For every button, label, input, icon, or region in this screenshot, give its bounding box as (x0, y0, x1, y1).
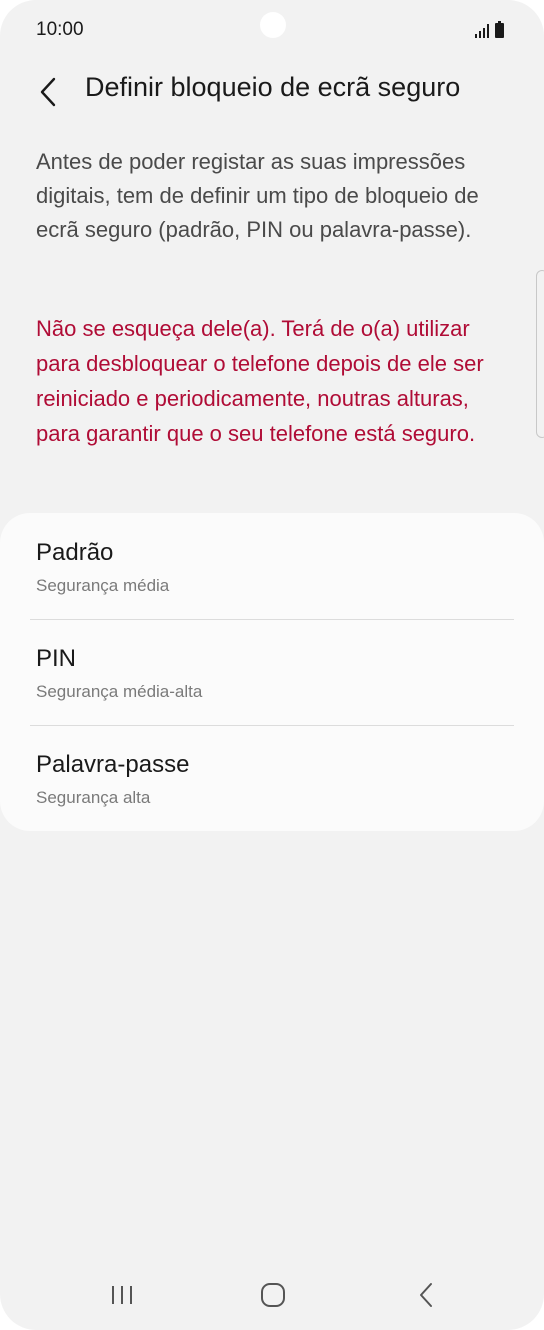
nav-back-button[interactable] (396, 1272, 456, 1318)
home-button[interactable] (243, 1272, 303, 1318)
scroll-indicator (536, 270, 544, 438)
option-title: Palavra-passe (36, 751, 190, 778)
option-subtitle: Segurança média (36, 576, 170, 595)
battery-icon (495, 21, 504, 38)
recents-button[interactable] (92, 1272, 152, 1318)
option-pin[interactable]: PIN Segurança média-alta (0, 620, 544, 726)
signal-icon (475, 24, 489, 38)
option-pattern[interactable]: Padrão Segurança média (0, 513, 544, 619)
option-subtitle: Segurança alta (36, 788, 151, 807)
back-icon (420, 1283, 432, 1307)
phone-screen: 10:00 Definir bloqueio de ecrã seguro An… (0, 0, 544, 1330)
warning-text: Não se esqueça dele(a). Terá de o(a) uti… (36, 316, 484, 446)
page-title: Definir bloqueio de ecrã seguro (85, 72, 461, 102)
back-button[interactable] (28, 70, 68, 114)
home-icon (261, 1283, 285, 1307)
option-subtitle: Segurança média-alta (36, 682, 203, 701)
option-title: Padrão (36, 539, 114, 566)
camera-cutout (260, 12, 286, 38)
chevron-left-icon (40, 77, 56, 107)
option-password[interactable]: Palavra-passe Segurança alta (0, 726, 544, 832)
lock-type-list: Padrão Segurança média PIN Segurança méd… (0, 513, 544, 831)
status-time: 10:00 (36, 19, 84, 40)
recents-icon (112, 1286, 132, 1304)
option-title: PIN (36, 645, 77, 672)
description-text: Antes de poder registar as suas impressõ… (36, 149, 479, 242)
